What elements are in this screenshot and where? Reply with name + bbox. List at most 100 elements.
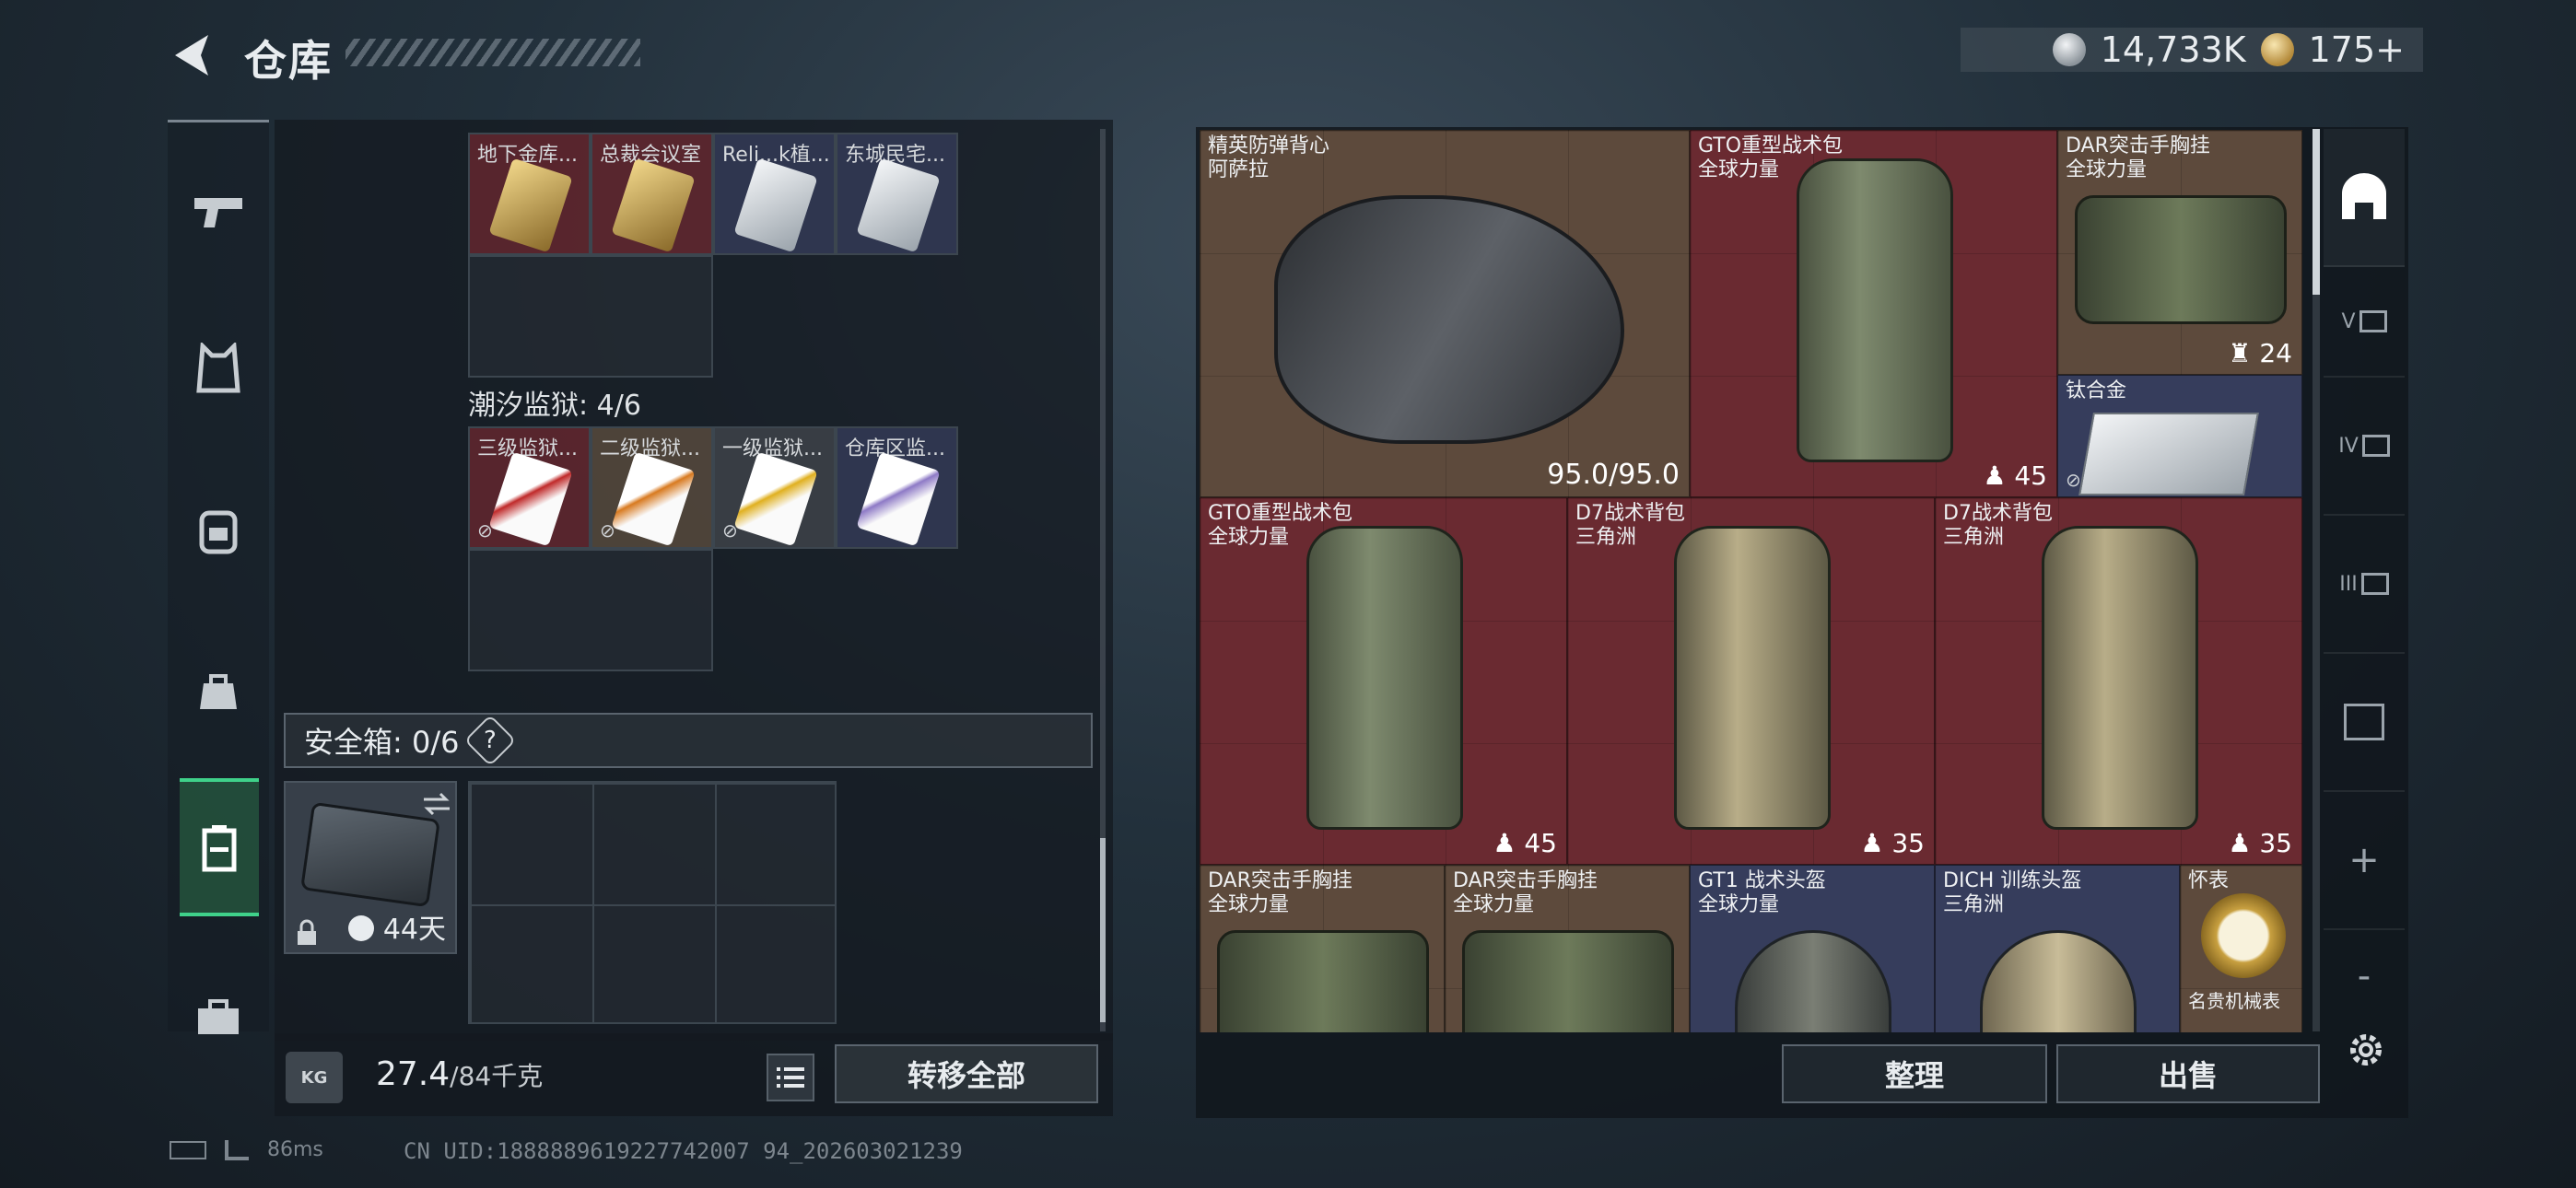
transfer-all-button[interactable]: 转移全部 <box>835 1044 1098 1103</box>
chest-rig-image <box>1217 930 1429 1032</box>
left-scrollbar-thumb[interactable] <box>1100 838 1106 1022</box>
keycard-slot[interactable]: 总裁会议室 <box>591 133 713 255</box>
keycard-name: 一级监狱... <box>722 437 823 460</box>
storage-item-chest-rig[interactable]: DAR突击手胸挂 全球力量 ♜ 24 <box>2057 130 2302 375</box>
warehouse-icon <box>2342 173 2386 219</box>
back-button[interactable] <box>166 28 221 83</box>
title-decoration <box>345 39 640 66</box>
keycard-slot[interactable]: 二级监狱... ⊘ <box>591 426 713 549</box>
keycard-slot[interactable]: 东城民宅... <box>836 133 958 255</box>
backpack-image <box>1306 526 1463 830</box>
storage-item-backpack[interactable]: GTO重型战术包 全球力量 ♟ 45 <box>1200 497 1567 865</box>
safe-box-grid[interactable] <box>468 781 837 1024</box>
storage-item-backpack[interactable]: D7战术背包 三角洲 ♟ 35 <box>1567 497 1935 865</box>
item-name: D7战术背包 三角洲 <box>1575 502 1685 549</box>
back-arrow-icon <box>175 35 208 76</box>
help-button[interactable]: ? <box>464 714 517 767</box>
keycard-slot[interactable]: 地下金库... <box>468 133 591 255</box>
list-view-button[interactable] <box>767 1054 814 1101</box>
help-icon: ? <box>484 727 498 754</box>
silver-currency-value: 14,733K <box>2100 29 2246 70</box>
storage-item-backpack[interactable]: D7战术背包 三角洲 ♟ 35 <box>1935 497 2302 865</box>
item-count: ♟ 35 <box>1860 828 1925 858</box>
status-bar: 86ms <box>170 1138 323 1161</box>
safe-case-item[interactable]: 44天 <box>284 781 457 954</box>
keycard-slot[interactable]: 仓库区监... <box>836 426 958 549</box>
tab-label: III <box>2339 572 2358 596</box>
storage-item-titanium[interactable]: 钛合金 ⊘ <box>2057 375 2302 497</box>
helmet-image <box>1980 930 2137 1032</box>
sell-button[interactable]: 出售 <box>2056 1044 2320 1103</box>
storage-tab-2[interactable] <box>2324 654 2405 792</box>
helmet-image <box>1735 930 1891 1032</box>
rail-weapons[interactable] <box>168 143 269 281</box>
settings-button[interactable] <box>2340 1024 2392 1076</box>
storage-level-icon <box>2361 435 2390 457</box>
keycard-icon <box>611 451 696 547</box>
item-name: 精英防弹背心 阿萨拉 <box>1208 134 1330 181</box>
page-title: 仓库 <box>244 36 333 86</box>
backpack-image <box>1797 158 1953 462</box>
rail-backpack[interactable] <box>168 460 269 599</box>
pocket-watch-image <box>2201 893 2286 978</box>
vest-icon <box>196 343 240 393</box>
rail-pouch[interactable] <box>168 622 269 760</box>
currency-bar: 14,733K 175+ <box>1961 28 2423 72</box>
keycard-slot[interactable]: 三级监狱... ⊘ <box>468 426 591 549</box>
item-name: DICH 训练头盔 三角洲 <box>1943 869 2082 916</box>
add-tab-button[interactable]: + <box>2324 792 2405 930</box>
storage-item-pocket-watch[interactable]: 怀表 名贵机械表 <box>2180 865 2302 1032</box>
keycard-icon <box>733 157 818 253</box>
storage-tab-5[interactable]: V <box>2324 267 2405 378</box>
storage-item-helmet[interactable]: GT1 战术头盔 全球力量 <box>1690 865 1935 1032</box>
clock-icon <box>348 915 375 941</box>
gold-currency-value: 175+ <box>2308 29 2405 70</box>
plus-icon: + <box>2348 839 2380 881</box>
swap-icon[interactable] <box>420 790 453 818</box>
storage-item-backpack[interactable]: GTO重型战术包 全球力量 ♟ 45 <box>1690 130 2057 497</box>
case-days-value: 44天 <box>382 914 446 946</box>
keycard-slot[interactable]: 一级监狱... ⊘ <box>713 426 836 549</box>
rail-armor[interactable] <box>168 299 269 437</box>
storage-item-chest-rig[interactable]: DAR突击手胸挂 全球力量 <box>1200 865 1445 1032</box>
lock-icon <box>298 919 316 945</box>
keycard-icon <box>488 157 573 253</box>
safe-box-header: 安全箱: 0/6 ? <box>284 713 1093 768</box>
storage-tab-all[interactable] <box>2324 129 2405 267</box>
storage-item-helmet[interactable]: DICH 训练头盔 三角洲 <box>1935 865 2180 1032</box>
empty-slot-area <box>468 549 713 671</box>
sort-button[interactable]: 整理 <box>1782 1044 2047 1103</box>
item-name: DAR突击手胸挂 全球力量 <box>2066 134 2210 181</box>
remove-tab-button[interactable]: - <box>2324 930 2405 1022</box>
safe-case-icon <box>202 825 237 872</box>
chest-rig-image <box>1462 930 1674 1032</box>
item-subname: 名贵机械表 <box>2188 990 2280 1012</box>
storage-tab-4[interactable]: IV <box>2324 378 2405 516</box>
rail-briefcase[interactable] <box>168 949 269 1087</box>
user-id: CN UID:1888889619227742007 94_2026030212… <box>404 1138 963 1164</box>
keycard-slot[interactable]: Reli...k植... <box>713 133 836 255</box>
case-duration: 44天 <box>348 906 446 947</box>
keycard-name: 总裁会议室 <box>600 144 702 167</box>
rail-safe-case[interactable] <box>180 778 259 916</box>
storage-scrollbar-thumb[interactable] <box>2313 129 2320 295</box>
backpack-icon <box>199 510 238 554</box>
weight-icon: KG <box>286 1052 343 1103</box>
item-count: ♟ 45 <box>1493 828 1557 858</box>
storage-box-icon <box>2344 704 2384 740</box>
signal-icon <box>225 1139 249 1160</box>
no-trade-icon: ⊘ <box>477 519 493 542</box>
item-name: GT1 战术头盔 全球力量 <box>1698 869 1826 916</box>
pistol-icon <box>194 198 242 227</box>
empty-slot-area <box>468 255 713 378</box>
item-name: D7战术背包 三角洲 <box>1943 502 2053 549</box>
weight-max: /84千克 <box>450 1061 544 1091</box>
no-trade-icon: ⊘ <box>600 519 615 542</box>
item-name: 怀表 <box>2188 869 2230 892</box>
item-name: DAR突击手胸挂 全球力量 <box>1208 869 1352 916</box>
storage-item-chest-rig[interactable]: DAR突击手胸挂 全球力量 <box>1445 865 1690 1032</box>
chest-rig-image <box>2075 195 2287 324</box>
storage-tab-3[interactable]: III <box>2324 516 2405 654</box>
storage-item-vest[interactable]: 精英防弹背心 阿萨拉 95.0/95.0 <box>1200 130 1690 497</box>
storage-grid: 精英防弹背心 阿萨拉 95.0/95.0 GTO重型战术包 全球力量 ♟ 45 DA… <box>1200 130 2307 1032</box>
